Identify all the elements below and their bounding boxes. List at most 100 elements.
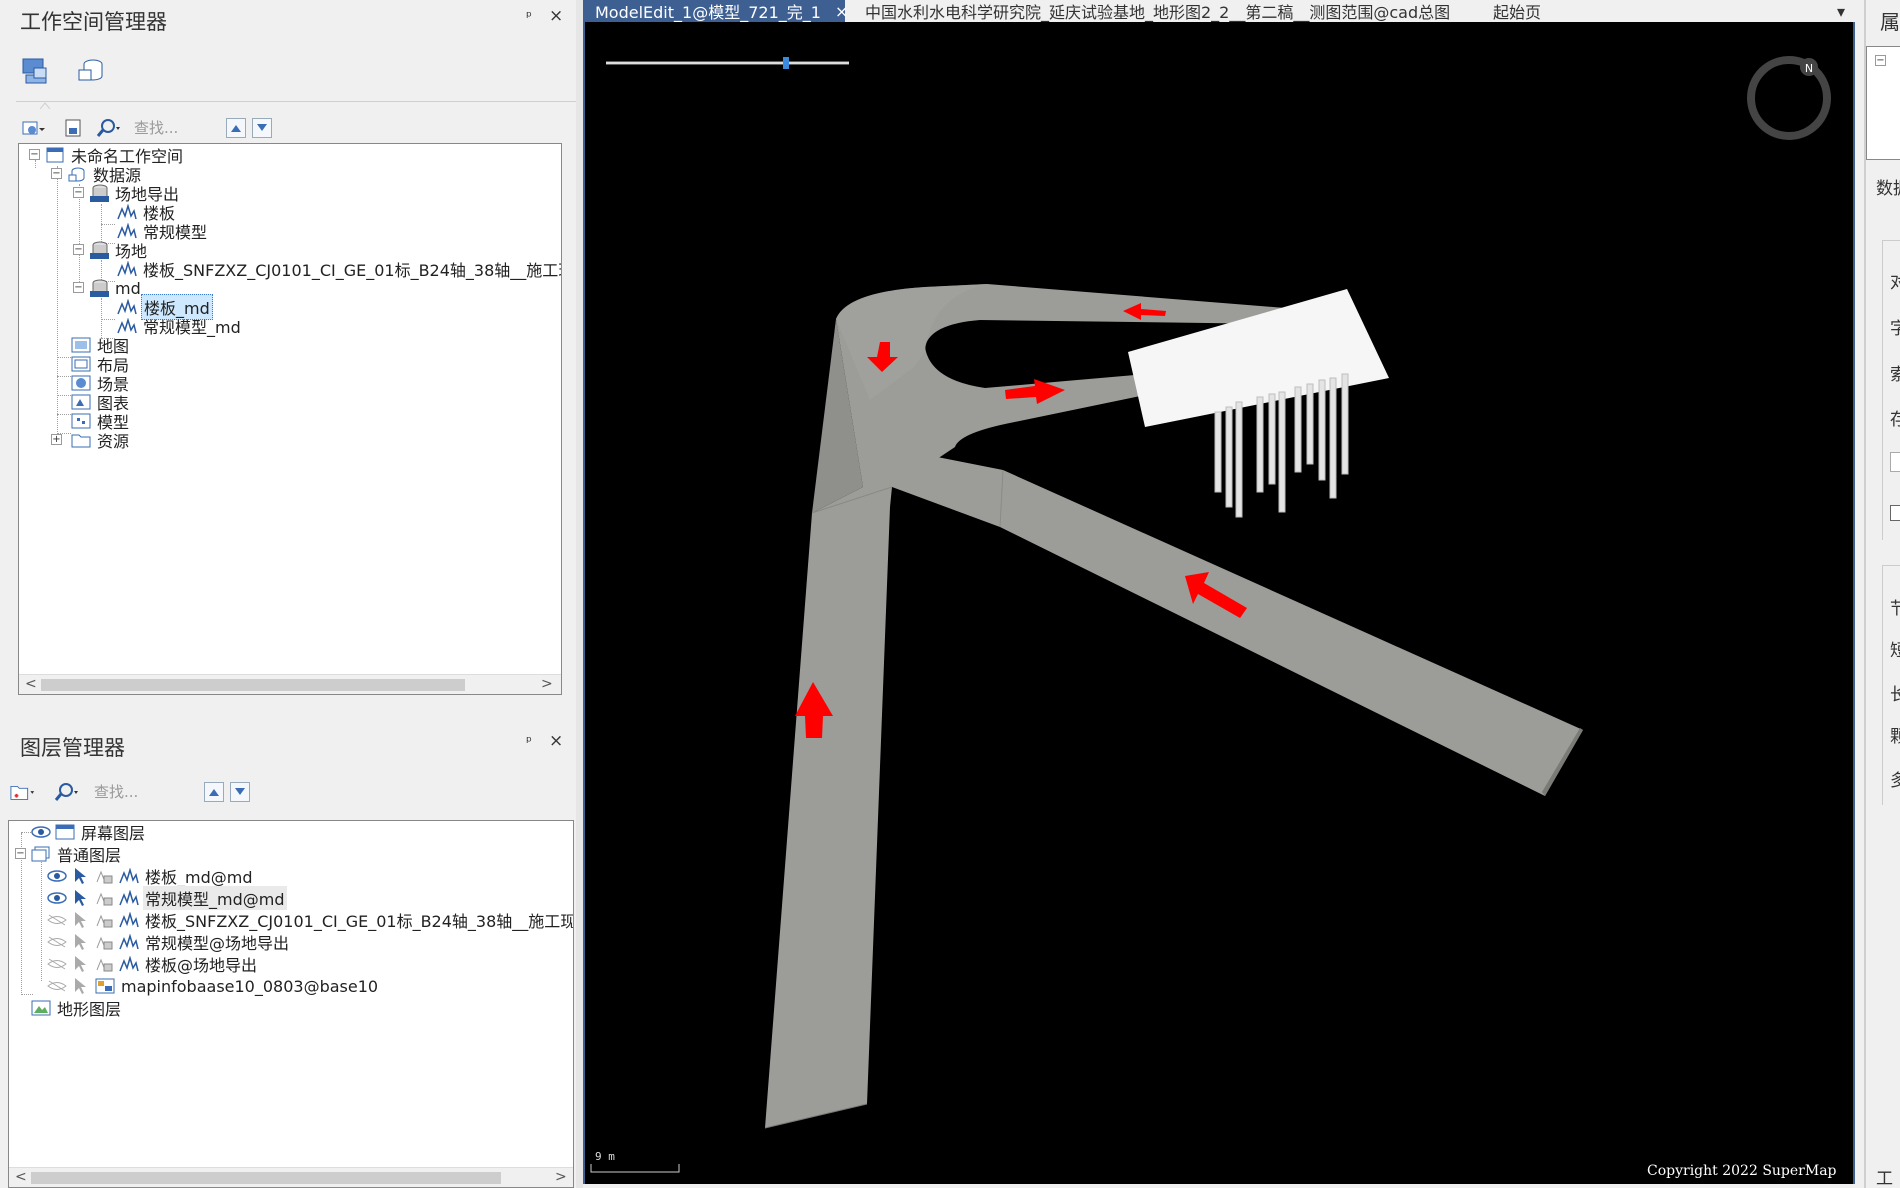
workspace-search-input[interactable] [134,117,234,139]
unselectable-pointer-icon[interactable] [71,955,91,973]
pin-icon[interactable]: ᵖ [526,9,532,25]
layer-item[interactable]: 常规模型@场地导出 [47,931,291,953]
editable-lock-icon[interactable] [95,933,115,951]
model-layer-icon [119,955,139,973]
hidden-eye-icon[interactable] [47,933,67,951]
layout-icon [71,355,91,373]
workspace-tree-view-icon[interactable] [20,56,50,86]
layer-tree: 屏幕图层 − 普通图层 楼板_md@md 常规模型_md@md 楼板_SNFZX… [8,820,574,1188]
search-icon[interactable] [96,116,122,140]
scene-viewport[interactable]: N 9 m Copyright 2022 SuperMap [583,22,1855,1184]
visible-eye-icon[interactable] [31,823,51,841]
zoom-slider-thumb[interactable] [783,57,789,69]
layer-item[interactable]: 楼板_SNFZXZ_CJ0101_CI_GE_01标_B24轴_38轴__施工现… [47,909,573,931]
property-label: 字 [1890,319,1900,339]
open-workspace-icon[interactable] [20,116,46,140]
tree-collapse-toggle[interactable]: − [73,244,84,255]
unselectable-pointer-icon[interactable] [71,933,91,951]
close-icon[interactable]: × [549,6,563,26]
layer-manager-header: 图层管理器 ᵖ × [2,722,576,762]
scroll-left-icon[interactable]: < [15,1169,27,1185]
save-workspace-icon[interactable] [60,116,86,140]
tree-collapse-toggle[interactable]: − [1875,55,1886,66]
property-checkbox[interactable] [1890,505,1900,521]
hidden-eye-icon[interactable] [47,911,67,929]
search-icon[interactable] [54,780,80,804]
tree-node-resources[interactable]: 资源 [71,429,131,451]
panel-splitter[interactable] [576,0,583,1188]
tab-list-dropdown-icon[interactable]: ▾ [1831,0,1851,22]
properties-section-label: 数据 [1876,179,1900,199]
property-label: 长 [1890,685,1900,705]
tree-collapse-toggle[interactable]: − [29,149,40,160]
layer-item[interactable]: 楼板@场地导出 [47,953,259,975]
scroll-right-icon[interactable]: > [541,676,553,692]
property-label: 索 [1890,365,1900,385]
pile [1306,383,1314,465]
scrollbar-thumb[interactable] [31,1172,501,1184]
property-label: 存 [1890,410,1900,430]
selectable-pointer-icon[interactable] [71,867,91,885]
tree-expand-toggle[interactable]: + [51,434,62,445]
pile [1278,391,1286,513]
editable-lock-icon[interactable] [95,911,115,929]
tree-node-dataset[interactable]: 常规模型_md [117,315,243,337]
scale-label: 9 m [595,1150,615,1163]
bottom-tab-label[interactable]: 工 [1876,1164,1893,1188]
unselectable-pointer-icon[interactable] [71,911,91,929]
tree-node-dataset[interactable]: 楼板_SNFZXZ_CJ0101_CI_GE_01标_B24轴_38轴__施工现… [117,258,561,280]
search-previous-button[interactable] [226,118,246,138]
property-input[interactable] [1890,452,1900,472]
tab-cad-map[interactable]: 中国水利水电科学研究院_延庆试验基地_地形图2_2__第二稿__测图范围@cad… [853,0,1462,22]
layer-item[interactable]: mapinfobaase10_0803@base10 [47,975,380,997]
hidden-eye-icon[interactable] [47,977,67,995]
close-icon[interactable]: × [549,731,563,751]
unselectable-pointer-icon[interactable] [71,977,91,995]
scroll-right-icon[interactable]: > [555,1169,567,1185]
workspace-manager-title: 工作空间管理器 [20,10,167,34]
editable-lock-icon[interactable] [95,867,115,885]
zoom-slider[interactable] [606,57,849,69]
property-label: 多 [1890,771,1900,791]
pile [1225,406,1233,508]
model-dataset-icon [117,203,137,221]
tree-collapse-toggle[interactable]: − [15,848,26,859]
editable-lock-icon[interactable] [95,955,115,973]
datasource-view-icon[interactable] [76,56,106,86]
navigation-compass-icon[interactable]: N [1747,56,1831,140]
visible-eye-icon[interactable] [47,889,67,907]
properties-title: 属 [1880,10,1900,34]
tab-start-page[interactable]: 起始页 [1481,0,1553,22]
property-label: 短 [1890,641,1900,661]
scrollbar-thumb[interactable] [41,679,465,691]
search-previous-button[interactable] [204,782,224,802]
layer-group-screen[interactable]: 屏幕图层 [31,821,147,843]
layer-group-normal[interactable]: 普通图层 [31,843,123,865]
layer-search-input[interactable] [94,781,194,803]
layer-item[interactable]: 楼板_md@md [47,865,255,887]
visible-eye-icon[interactable] [47,867,67,885]
hidden-eye-icon[interactable] [47,955,67,973]
scene-canvas: N 9 m Copyright 2022 SuperMap [590,56,1837,1179]
add-layer-icon[interactable] [10,780,36,804]
tree-collapse-toggle[interactable]: − [73,282,84,293]
tab-model-edit[interactable]: ModelEdit_1@模型_721_完_1 × [583,0,848,22]
layer-item-selected[interactable]: 常规模型_md@md [47,886,287,910]
tree-collapse-toggle[interactable]: − [51,168,62,179]
property-label: 颗 [1890,727,1900,747]
search-next-button[interactable] [252,118,272,138]
search-next-button[interactable] [230,782,250,802]
selectable-pointer-icon[interactable] [71,889,91,907]
workspace-tree-hscrollbar[interactable]: < > [19,674,561,694]
tree-collapse-toggle[interactable]: − [73,187,84,198]
pile [1341,373,1349,475]
editable-lock-icon[interactable] [95,889,115,907]
layer-group-terrain[interactable]: 地形图层 [31,997,123,1019]
scroll-left-icon[interactable]: < [25,676,37,692]
map-icon [71,336,91,354]
close-tab-icon[interactable]: × [835,2,848,21]
pin-icon[interactable]: ᵖ [526,734,532,750]
layer-tree-hscrollbar[interactable]: < > [9,1167,573,1187]
properties-panel: 属 − 数据 对 字 索 存 节 短 长 颗 多 工 [1860,0,1900,1188]
workspace-icon [45,146,65,164]
